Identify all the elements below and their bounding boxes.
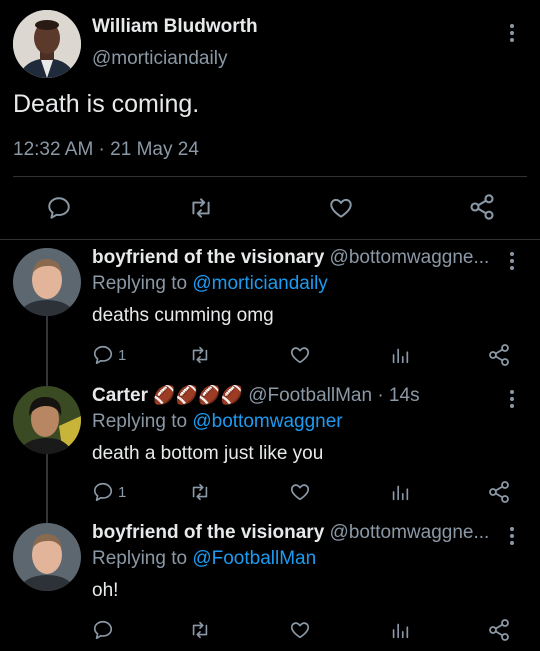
retweet-icon	[192, 621, 208, 639]
analytics-icon	[392, 623, 409, 639]
replying-to-link[interactable]: @bottomwaggner	[192, 411, 342, 432]
analytics-button[interactable]	[389, 619, 411, 641]
avatar[interactable]	[13, 523, 81, 591]
reply-header: Carter 🏈🏈🏈🏈 @FootballMan · 14s	[92, 385, 517, 407]
share-icon	[470, 194, 494, 220]
replying-to: Replying to @bottomwaggner	[92, 411, 343, 433]
reply-author-handle[interactable]: @bottomwaggne...	[330, 522, 490, 543]
share-button[interactable]	[487, 618, 511, 642]
replying-to-prefix: Replying to	[92, 411, 193, 432]
avatar-image	[13, 386, 81, 454]
reply-time: · 14s	[377, 385, 420, 406]
reply-header: boyfriend of the visionary @bottomwaggne…	[92, 247, 517, 269]
reply-text: oh!	[92, 580, 119, 601]
replying-to: Replying to @morticiandaily	[92, 273, 328, 295]
retweet-icon	[192, 346, 208, 364]
replying-to-prefix: Replying to	[92, 548, 193, 569]
reply-button[interactable]: 1	[92, 481, 126, 503]
heart-icon	[290, 622, 310, 639]
retweet-button[interactable]	[188, 619, 212, 641]
share-button[interactable]	[468, 193, 496, 221]
reply-count: 1	[118, 483, 127, 501]
avatar-image	[13, 10, 81, 78]
analytics-button[interactable]	[389, 344, 411, 366]
heart-icon	[290, 484, 310, 501]
comment-icon	[48, 197, 70, 219]
more-options-icon[interactable]	[510, 252, 514, 273]
tweet-text: Death is coming.	[13, 90, 200, 118]
replying-to-prefix: Replying to	[92, 273, 193, 294]
avatar[interactable]	[13, 248, 81, 316]
football-emojis: 🏈🏈🏈🏈	[153, 385, 243, 405]
share-icon	[489, 344, 509, 366]
thread-line	[46, 453, 48, 523]
reply-button[interactable]: 1	[92, 344, 126, 366]
reply-text: death a bottom just like you	[92, 443, 324, 464]
reply-button[interactable]	[46, 195, 72, 221]
replying-to-link[interactable]: @morticiandaily	[192, 273, 327, 294]
reply-author-handle[interactable]: @FootballMan	[248, 385, 372, 406]
share-button[interactable]	[487, 343, 511, 367]
replying-to-link[interactable]: @FootballMan	[192, 548, 316, 569]
reply-author-name[interactable]: boyfriend of the visionary	[92, 522, 324, 543]
heart-icon	[290, 347, 310, 364]
share-button[interactable]	[487, 480, 511, 504]
tweet-timestamp: 12:32 AM · 21 May 24	[13, 139, 199, 160]
reply-count: 1	[118, 346, 127, 364]
reply-text: deaths cumming omg	[92, 305, 274, 326]
comment-icon	[93, 345, 113, 365]
avatar-image	[13, 523, 81, 591]
more-options-icon[interactable]	[510, 24, 514, 45]
retweet-icon	[192, 198, 210, 218]
comment-icon	[93, 482, 113, 502]
retweet-button[interactable]	[187, 195, 215, 221]
author-handle[interactable]: @morticiandaily	[92, 48, 227, 70]
replying-to: Replying to @FootballMan	[92, 548, 316, 570]
like-button[interactable]	[289, 619, 311, 641]
heart-icon	[330, 198, 352, 218]
thread-line	[46, 316, 48, 386]
reply-author-name[interactable]: Carter	[92, 385, 148, 406]
like-button[interactable]	[289, 344, 311, 366]
reply-button[interactable]	[92, 619, 118, 641]
share-icon	[489, 619, 509, 641]
analytics-icon	[392, 348, 409, 364]
divider	[13, 176, 527, 177]
avatar-image	[13, 248, 81, 316]
analytics-icon	[392, 485, 409, 501]
reply-header: boyfriend of the visionary @bottomwaggne…	[92, 522, 517, 544]
divider	[0, 239, 540, 240]
reply-author-name[interactable]: boyfriend of the visionary	[92, 247, 324, 268]
reply-author-handle[interactable]: @bottomwaggne...	[330, 247, 490, 268]
author-name[interactable]: William Bludworth	[92, 16, 258, 38]
share-icon	[489, 481, 509, 503]
analytics-button[interactable]	[389, 481, 411, 503]
like-button[interactable]	[289, 481, 311, 503]
like-button[interactable]	[328, 195, 354, 221]
more-options-icon[interactable]	[510, 390, 514, 411]
comment-icon	[93, 620, 113, 640]
retweet-icon	[192, 483, 208, 501]
retweet-button[interactable]	[188, 481, 212, 503]
avatar[interactable]	[13, 10, 81, 78]
avatar[interactable]	[13, 386, 81, 454]
retweet-button[interactable]	[188, 344, 212, 366]
more-options-icon[interactable]	[510, 527, 514, 548]
